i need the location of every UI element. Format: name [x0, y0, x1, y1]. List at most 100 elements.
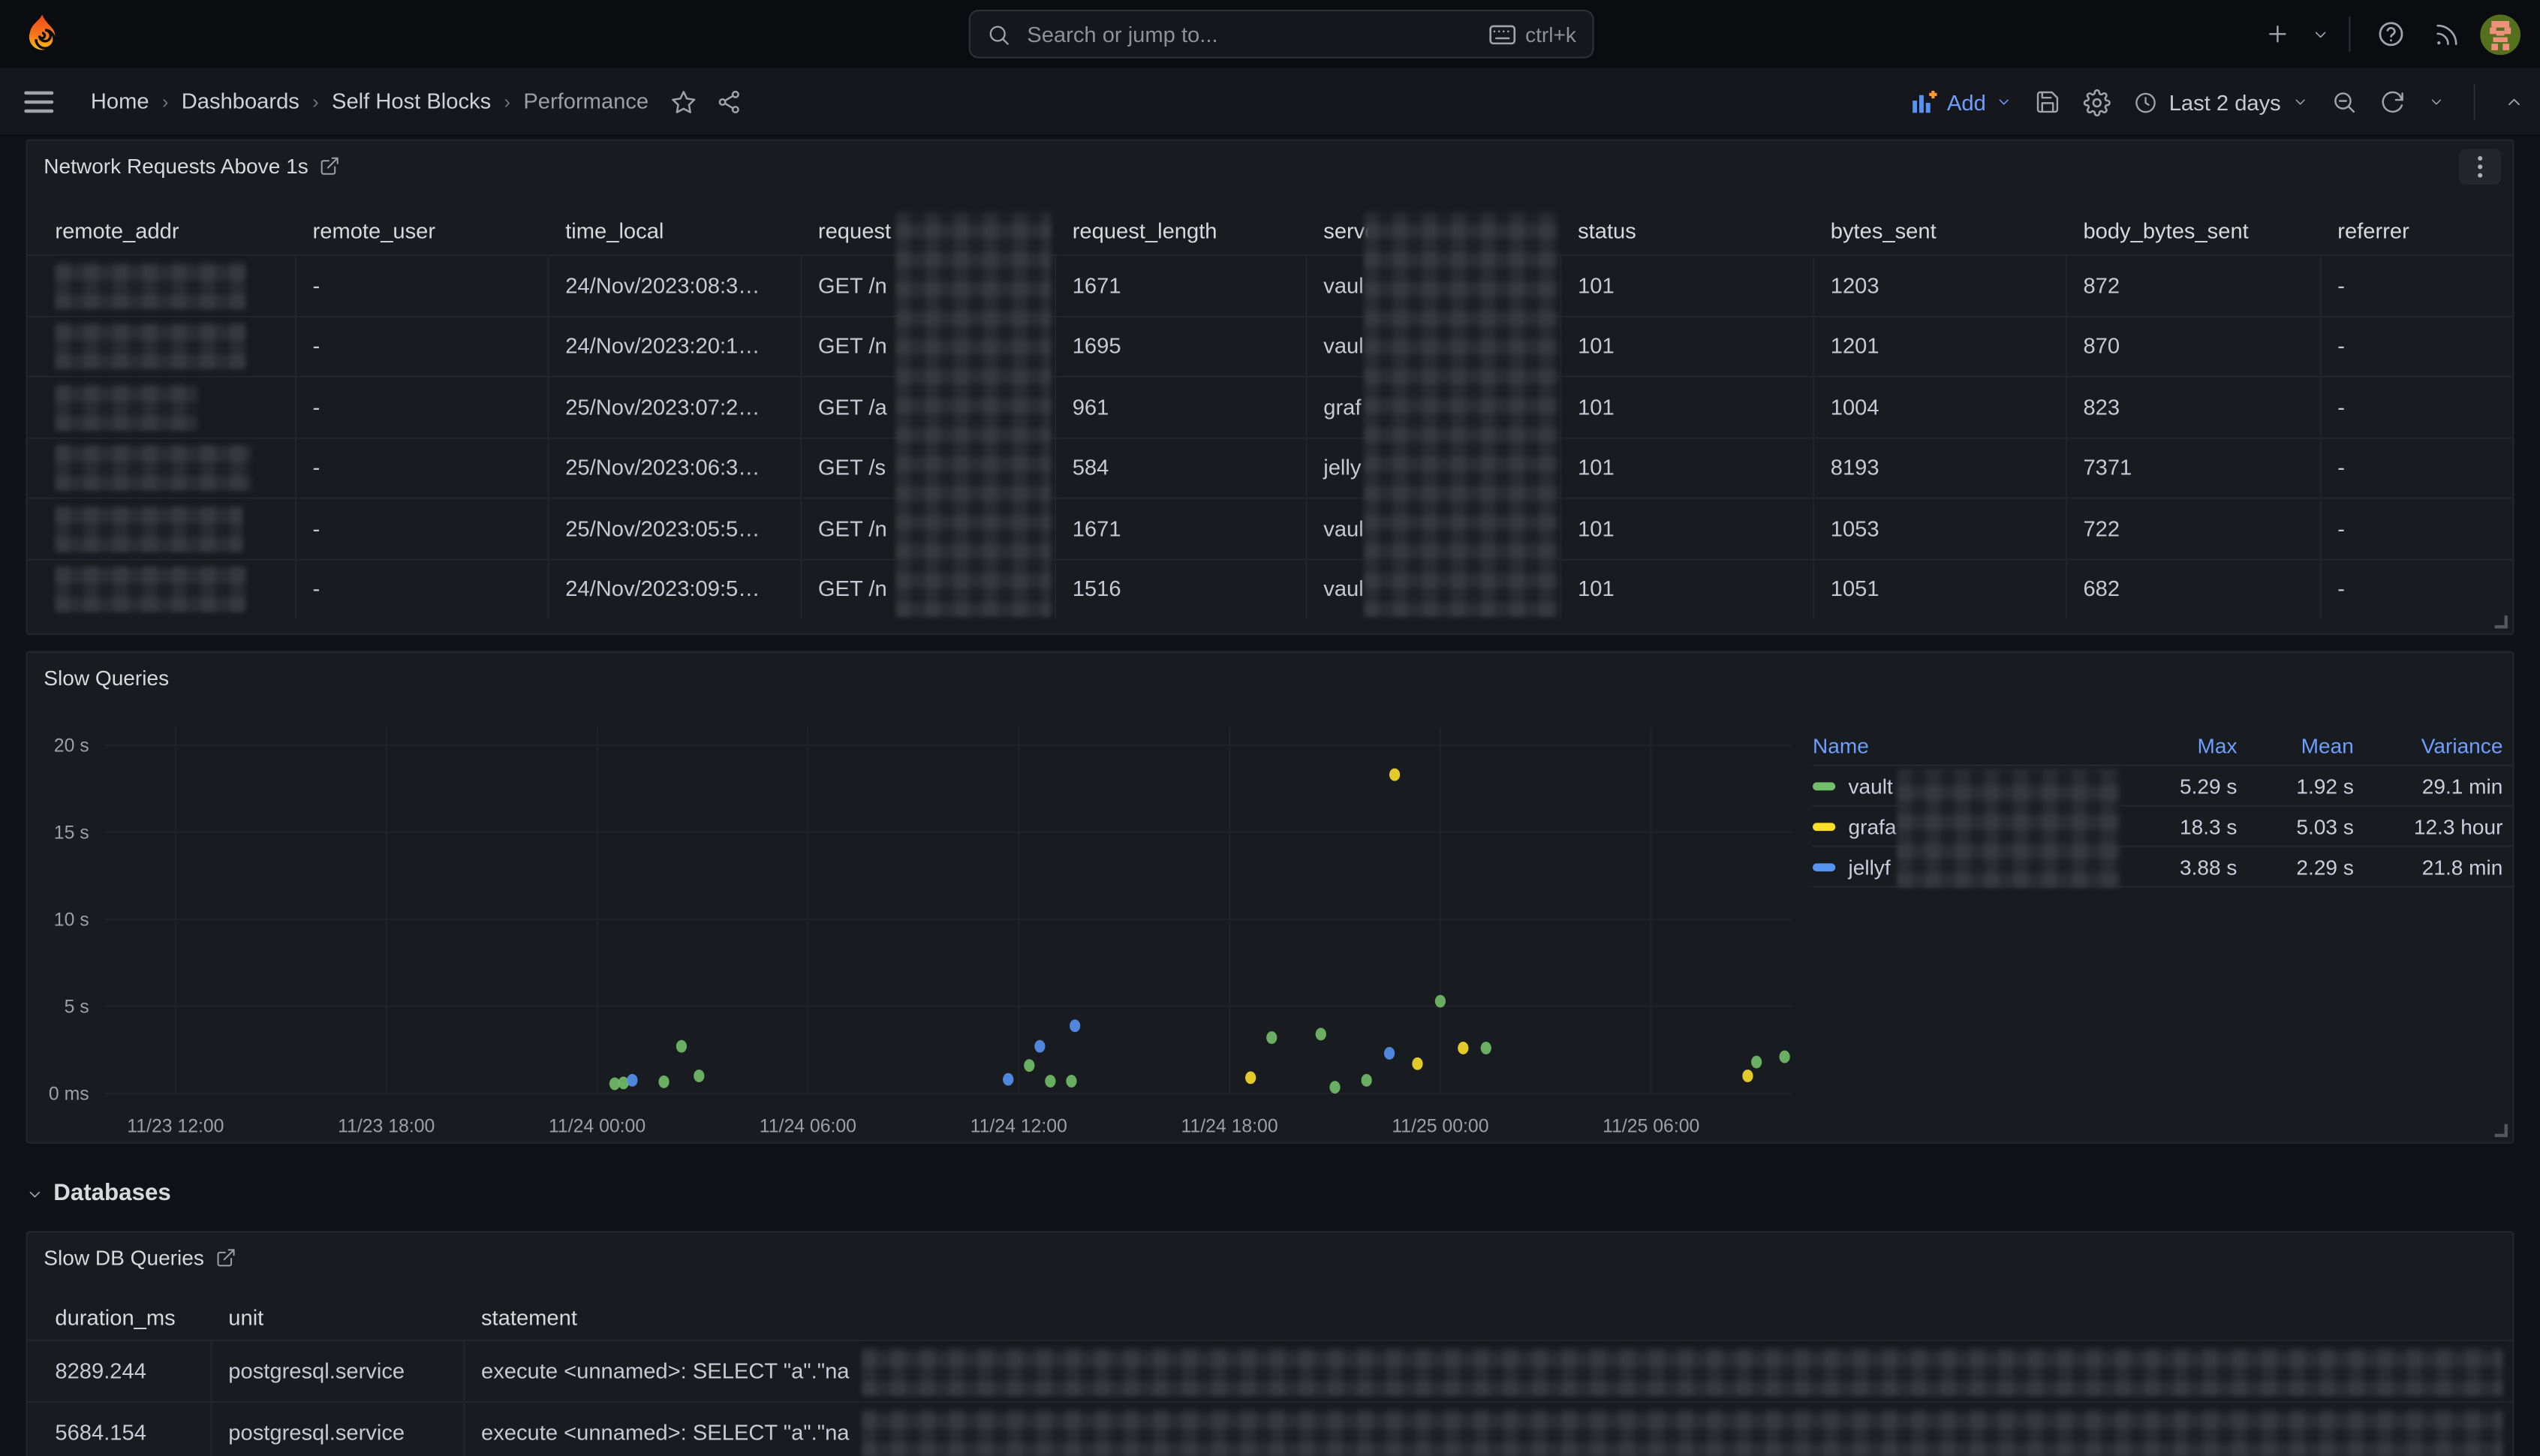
column-header[interactable]: duration_ms: [28, 1294, 212, 1339]
panel-network-requests: Network Requests Above 1s remote_addr re…: [26, 140, 2514, 635]
news-button[interactable]: [2425, 13, 2467, 55]
network-table: remote_addr remote_user time_local reque…: [28, 206, 2513, 618]
series-color-swatch: [1813, 781, 1835, 790]
breadcrumb: Home › Dashboards › Self Host Blocks › P…: [91, 89, 649, 113]
chevron-down-icon: [2292, 94, 2309, 110]
breadcrumb-dashboards[interactable]: Dashboards: [182, 89, 299, 113]
statement-text: execute <unnamed>: SELECT "a"."na: [481, 1359, 850, 1383]
slow-queries-chart[interactable]: 0 ms5 s10 s15 s20 s11/23 12:0011/23 18:0…: [38, 717, 1819, 1142]
column-header[interactable]: unit: [212, 1294, 465, 1339]
divider: [2349, 17, 2350, 52]
keyboard-icon: [1488, 23, 1515, 44]
zoom-out-icon[interactable]: [2331, 89, 2358, 116]
svg-text:11/23 18:00: 11/23 18:00: [338, 1117, 435, 1137]
dashboard-canvas: Network Requests Above 1s remote_addr re…: [0, 136, 2540, 1456]
user-avatar[interactable]: [2480, 14, 2520, 54]
global-search[interactable]: ctrl+k: [969, 10, 1594, 59]
svg-text:11/25 00:00: 11/25 00:00: [1392, 1117, 1488, 1137]
series-name[interactable]: jellyf: [1849, 854, 1891, 878]
redacted-series-names: [1897, 769, 2120, 888]
breadcrumb-home[interactable]: Home: [91, 89, 149, 113]
legend-header-max[interactable]: Max: [2130, 734, 2237, 758]
grafana-logo-icon[interactable]: [23, 13, 62, 55]
redacted-statement: [862, 1409, 2503, 1456]
breadcrumb-current: Performance: [523, 89, 649, 113]
table-header-row: remote_addr remote_user time_local reque…: [28, 206, 2513, 254]
series-color-swatch: [1813, 862, 1835, 871]
row-databases[interactable]: Databases: [26, 1176, 2514, 1211]
refresh-interval-chevron-icon[interactable]: [2428, 94, 2445, 110]
column-header[interactable]: statement: [465, 1294, 2512, 1339]
toolbar-actions: Add Last 2 days: [1910, 68, 2523, 137]
panel-menu-button[interactable]: [2459, 149, 2501, 185]
panel-resize-handle[interactable]: [2495, 1124, 2508, 1137]
settings-gear-icon[interactable]: [2083, 89, 2111, 116]
chevron-down-icon: [1996, 94, 2012, 110]
new-menu-button[interactable]: [2256, 13, 2298, 55]
breadcrumb-separator: ›: [504, 90, 510, 113]
table-row: 5684.154 postgresql.service execute <unn…: [28, 1401, 2513, 1456]
column-header[interactable]: bytes_sent: [1814, 206, 2067, 254]
top-nav: ctrl+k: [0, 0, 2540, 68]
column-header[interactable]: time_local: [549, 206, 802, 254]
svg-text:0 ms: 0 ms: [49, 1084, 89, 1104]
table-row: 8289.244 postgresql.service execute <unn…: [28, 1340, 2513, 1401]
help-button[interactable]: [2370, 13, 2412, 55]
add-button[interactable]: Add: [1910, 90, 2012, 114]
table-row: - 24/Nov/2023:20:1… GET /n 1695 vaul 101…: [28, 315, 2513, 376]
column-header[interactable]: remote_user: [296, 206, 549, 254]
panel-title[interactable]: Slow DB Queries: [44, 1245, 204, 1269]
plus-icon: [2265, 21, 2291, 47]
rss-icon: [2433, 20, 2460, 48]
column-header[interactable]: body_bytes_sent: [2067, 206, 2322, 254]
legend-header-name[interactable]: Name: [1813, 734, 2130, 758]
svg-text:20 s: 20 s: [54, 736, 89, 756]
help-icon: [2376, 20, 2406, 49]
search-shortcut: ctrl+k: [1488, 22, 1575, 46]
panel-title[interactable]: Slow Queries: [44, 665, 169, 689]
menu-icon[interactable]: [23, 89, 55, 115]
redacted-server-name-column: [1364, 212, 1558, 618]
panel-resize-handle[interactable]: [2495, 615, 2508, 628]
collapse-toolbar-icon[interactable]: [2505, 92, 2524, 112]
breadcrumb-folder[interactable]: Self Host Blocks: [332, 89, 491, 113]
panel-title[interactable]: Network Requests Above 1s: [44, 153, 308, 177]
redacted-remote-addr: [55, 566, 246, 613]
dashboard-toolbar: Home › Dashboards › Self Host Blocks › P…: [0, 68, 2540, 137]
share-icon[interactable]: [717, 89, 743, 115]
svg-text:11/24 18:00: 11/24 18:00: [1181, 1117, 1278, 1137]
external-link-icon[interactable]: [215, 1247, 236, 1268]
table-row: - 25/Nov/2023:05:5… GET /n 1671 vaul 101…: [28, 498, 2513, 558]
panel-slow-db-queries: Slow DB Queries duration_ms unit stateme…: [26, 1231, 2514, 1456]
save-icon[interactable]: [2035, 89, 2061, 116]
redacted-remote-addr: [55, 384, 197, 431]
search-input[interactable]: [1024, 20, 1475, 48]
column-header[interactable]: status: [1562, 206, 1815, 254]
svg-text:5 s: 5 s: [65, 997, 89, 1017]
slow-queries-chart-area[interactable]: 0 ms5 s10 s15 s20 s11/23 12:0011/23 18:0…: [38, 717, 1819, 1142]
legend-header-variance[interactable]: Variance: [2354, 734, 2503, 758]
panel-slow-queries: Slow Queries 0 ms5 s10 s15 s20 s11/23 12…: [26, 651, 2514, 1144]
redacted-remote-addr: [55, 323, 246, 370]
column-header[interactable]: request_length: [1056, 206, 1308, 254]
search-icon: [986, 22, 1010, 46]
external-link-icon[interactable]: [320, 155, 341, 176]
svg-text:11/24 12:00: 11/24 12:00: [971, 1117, 1067, 1137]
svg-text:11/24 06:00: 11/24 06:00: [760, 1117, 856, 1137]
series-name[interactable]: grafa: [1849, 814, 1897, 838]
column-header[interactable]: remote_addr: [28, 206, 296, 254]
svg-text:15 s: 15 s: [54, 823, 89, 843]
column-header[interactable]: referrer: [2322, 206, 2513, 254]
redacted-statement: [862, 1347, 2503, 1396]
chevron-down-icon: [26, 1185, 44, 1203]
time-range-picker[interactable]: Last 2 days: [2133, 90, 2308, 114]
statement-text: execute <unnamed>: SELECT "a"."na: [481, 1421, 850, 1445]
redacted-remote-addr: [55, 262, 246, 309]
chart-legend: Name Max Mean Variance vault 5.29 s 1.92…: [1813, 727, 2512, 888]
clock-icon: [2133, 90, 2157, 114]
star-icon[interactable]: [671, 89, 697, 115]
legend-header-mean[interactable]: Mean: [2237, 734, 2353, 758]
series-name[interactable]: vault: [1849, 774, 1893, 798]
refresh-icon[interactable]: [2379, 89, 2406, 116]
chevron-down-icon[interactable]: [2312, 25, 2330, 43]
